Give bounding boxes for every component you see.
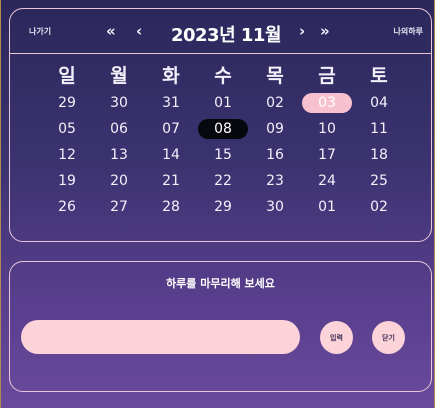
day-cell[interactable]: 30 [99, 93, 139, 113]
diary-panel: 하루를 마무리해 보세요 입력 닫기 [9, 261, 432, 392]
day-cell[interactable]: 26 [47, 197, 87, 217]
month-title: 2023년 11월 [170, 25, 282, 46]
weekday-label: 금 [318, 65, 336, 87]
calendar-header: 나가기 « ‹ 2023년 11월 › » 나의하루 [10, 9, 431, 53]
next-year-button[interactable]: » [320, 22, 330, 40]
week-row: 19 20 21 22 23 24 25 [10, 168, 433, 194]
weekday-label: 토 [370, 65, 388, 87]
day-cell[interactable]: 21 [151, 171, 191, 191]
weekday-label: 월 [110, 65, 128, 87]
day-cell[interactable]: 29 [47, 93, 87, 113]
enter-button[interactable]: 입력 [320, 321, 353, 354]
day-cell[interactable]: 24 [307, 171, 347, 191]
day-cell[interactable]: 04 [359, 93, 399, 113]
week-row: 05 06 07 08 09 10 11 [10, 116, 433, 142]
day-cell[interactable]: 20 [99, 171, 139, 191]
day-cell[interactable]: 10 [307, 119, 347, 139]
day-cell[interactable]: 17 [307, 145, 347, 165]
next-month-button[interactable]: › [299, 22, 305, 40]
day-cell[interactable]: 13 [99, 145, 139, 165]
day-cell[interactable]: 16 [255, 145, 295, 165]
day-cell[interactable]: 11 [359, 119, 399, 139]
week-row: 26 27 28 29 30 01 02 [10, 194, 433, 220]
day-cell-today[interactable]: 03 [302, 93, 352, 113]
header-divider [10, 53, 431, 54]
day-cell[interactable]: 15 [203, 145, 243, 165]
day-cell[interactable]: 07 [151, 119, 191, 139]
day-cell[interactable]: 23 [255, 171, 295, 191]
my-day-button[interactable]: 나의하루 [394, 26, 423, 37]
day-cell[interactable]: 09 [255, 119, 295, 139]
day-cell[interactable]: 02 [359, 197, 399, 217]
week-row: 29 30 31 01 02 03 04 [10, 90, 433, 116]
day-cell[interactable]: 01 [307, 197, 347, 217]
day-cell[interactable]: 30 [255, 197, 295, 217]
day-cell[interactable]: 05 [47, 119, 87, 139]
close-button[interactable]: 닫기 [372, 321, 405, 354]
day-cell[interactable]: 01 [203, 93, 243, 113]
weekday-label: 목 [266, 65, 284, 87]
day-cell[interactable]: 18 [359, 145, 399, 165]
weekday-row: 일 월 화 수 목 금 토 [10, 57, 433, 90]
day-cell[interactable]: 19 [47, 171, 87, 191]
day-cell[interactable]: 12 [47, 145, 87, 165]
weekday-label: 일 [58, 65, 76, 87]
weekday-label: 화 [162, 65, 180, 87]
weekday-label: 수 [214, 65, 232, 87]
day-cell[interactable]: 31 [151, 93, 191, 113]
exit-button[interactable]: 나가기 [29, 26, 51, 37]
day-cell[interactable]: 29 [203, 197, 243, 217]
calendar-panel: 나가기 « ‹ 2023년 11월 › » 나의하루 일 월 화 수 목 금 토… [9, 8, 432, 242]
day-cell[interactable]: 02 [255, 93, 295, 113]
prev-year-button[interactable]: « [106, 22, 116, 40]
day-cell[interactable]: 25 [359, 171, 399, 191]
diary-app: 나가기 « ‹ 2023년 11월 › » 나의하루 일 월 화 수 목 금 토… [1, 0, 434, 408]
day-cell[interactable]: 22 [203, 171, 243, 191]
calendar-grid: 일 월 화 수 목 금 토 29 30 31 01 02 03 04 05 06… [10, 57, 433, 220]
diary-input[interactable] [21, 320, 300, 354]
diary-prompt: 하루를 마무리해 보세요 [166, 277, 275, 290]
prev-month-button[interactable]: ‹ [136, 22, 142, 40]
week-row: 12 13 14 15 16 17 18 [10, 142, 433, 168]
day-cell[interactable]: 06 [99, 119, 139, 139]
day-cell[interactable]: 14 [151, 145, 191, 165]
day-cell[interactable]: 28 [151, 197, 191, 217]
day-cell[interactable]: 27 [99, 197, 139, 217]
day-cell-selected[interactable]: 08 [198, 119, 248, 139]
